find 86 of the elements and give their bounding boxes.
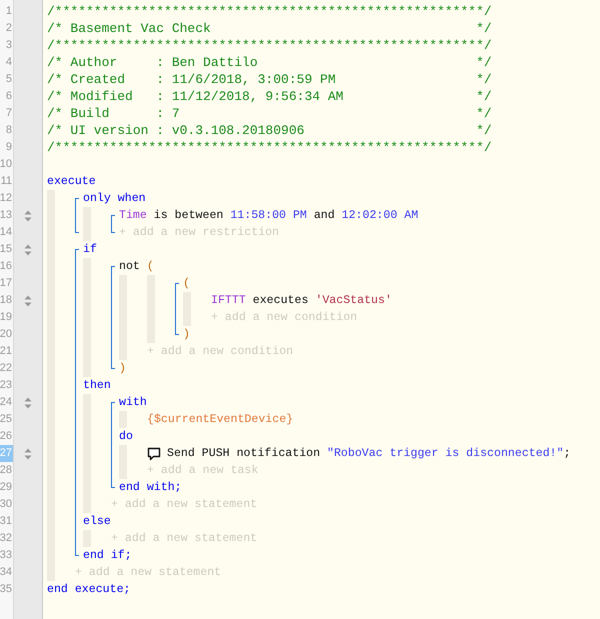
line-number: 20 — [0, 327, 12, 342]
line-number: 34 — [0, 565, 12, 580]
value-literal: "RoboVac trigger is disconnected!" — [327, 446, 564, 462]
line-number: 15 — [0, 242, 12, 258]
comment-text: /* Author : Ben Dattilo — [47, 54, 258, 71]
line-number: 31 — [0, 514, 12, 530]
code-text: is between — [154, 208, 224, 224]
block-bracket — [75, 198, 79, 233]
line-number: 13 — [0, 208, 12, 224]
line-number: 17 — [0, 276, 12, 292]
keyword: else — [83, 514, 111, 530]
keyword: with — [119, 395, 147, 411]
line-number: 19 — [0, 310, 12, 326]
line-number: 6 — [6, 89, 12, 104]
comment-text: */ — [476, 105, 492, 122]
keyword: end with; — [119, 480, 182, 496]
line-number: 18 — [0, 293, 12, 308]
drag-handle-icon[interactable] — [24, 294, 32, 306]
drag-handle-icon[interactable] — [24, 210, 32, 222]
drag-handle-icon[interactable] — [24, 244, 32, 256]
comment-text: */ — [476, 122, 492, 139]
comment-text: /* Basement Vac Check — [47, 20, 211, 37]
line-number: 26 — [0, 429, 12, 444]
parenthesis: ) — [183, 327, 190, 343]
line-number: 32 — [0, 531, 12, 546]
line-number: 5 — [6, 72, 12, 88]
keyword: only when — [83, 191, 146, 207]
value-literal: 12:02:00 AM — [342, 208, 418, 224]
comment-text: /*******************************************************/ — [47, 139, 492, 156]
code-text: executes — [252, 293, 308, 309]
comment-text: */ — [476, 54, 492, 71]
line-number: 28 — [0, 463, 12, 478]
line-number: 21 — [0, 344, 12, 360]
comment-text: /* Modified : 11/12/2018, 9:56:34 AM — [47, 88, 344, 105]
parenthesis: ( — [146, 259, 154, 275]
code-text: not — [119, 259, 140, 275]
comment-text: /* Build : 7 — [47, 105, 180, 122]
subject-name: Time — [119, 208, 147, 224]
line-number: 24 — [0, 395, 12, 410]
keyword: then — [83, 378, 111, 394]
line-number: 7 — [6, 106, 12, 122]
line-number: 4 — [6, 55, 12, 70]
keyword: do — [119, 429, 133, 445]
line-number: 22 — [0, 361, 12, 376]
line-number: 30 — [0, 497, 12, 512]
line-number: 35 — [0, 582, 12, 598]
line-number: 11 — [0, 174, 12, 190]
subject-name: IFTTT — [211, 293, 246, 309]
line-number: 14 — [0, 225, 12, 240]
drag-handle-icon[interactable] — [24, 448, 32, 460]
line-number: 10 — [0, 157, 12, 172]
comment-text: /*******************************************************/ — [47, 3, 492, 20]
keyword: if — [83, 242, 97, 258]
parenthesis: ( — [183, 276, 190, 292]
comment-text: */ — [476, 71, 492, 88]
line-number: 8 — [6, 123, 12, 138]
line-number: 1 — [6, 4, 12, 20]
line-number: 2 — [6, 21, 12, 36]
line-number: 12 — [0, 191, 12, 206]
comment-text: /*******************************************************/ — [47, 37, 492, 54]
string-literal: 'VacStatus' — [315, 293, 392, 309]
line-number: 9 — [6, 140, 12, 156]
speech-bubble-icon — [147, 446, 161, 460]
comment-text: */ — [476, 88, 492, 105]
parenthesis: ) — [119, 361, 126, 377]
comment-text: /* Created : 11/6/2018, 3:00:59 PM — [47, 71, 336, 88]
block-bracket — [175, 283, 179, 335]
value-literal: 11:58:00 PM — [230, 208, 307, 224]
keyword: end if; — [83, 548, 132, 564]
line-number: 23 — [0, 378, 12, 394]
comment-text: */ — [476, 20, 492, 37]
variable-name: {$currentEventDevice} — [147, 412, 294, 428]
code-text: ; — [564, 446, 571, 462]
keyword: execute — [47, 174, 96, 190]
block-bracket — [111, 215, 115, 233]
line-number: 29 — [0, 480, 12, 496]
comment-text: /* UI version : v0.3.108.20180906 — [47, 122, 304, 139]
line-number: 3 — [6, 38, 12, 54]
code-text: Send PUSH notification — [167, 446, 320, 462]
keyword: end execute; — [47, 582, 130, 598]
line-number: 33 — [0, 548, 12, 564]
code-text: and — [314, 208, 335, 224]
line-number: 16 — [0, 259, 12, 274]
line-number: 27 — [0, 446, 12, 462]
drag-handle-icon[interactable] — [24, 396, 32, 408]
line-number: 25 — [0, 412, 12, 428]
